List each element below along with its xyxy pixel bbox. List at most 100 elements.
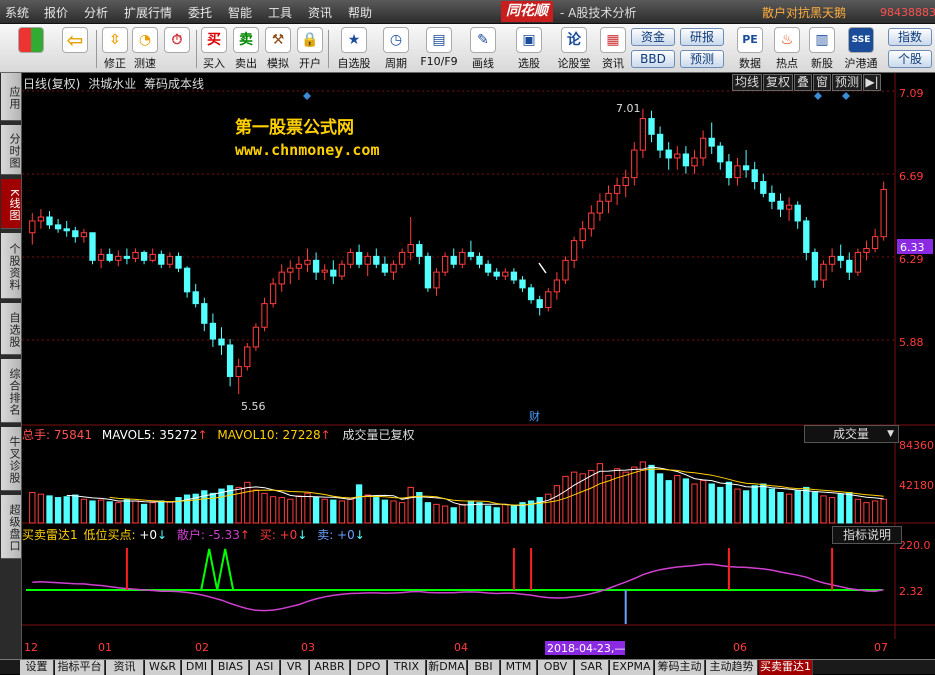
forecast-chart-button[interactable]: 预测	[832, 74, 862, 91]
news-button[interactable]: ▦ 资讯	[596, 26, 630, 71]
adjust-button[interactable]: 复权	[763, 74, 793, 91]
menu-extended-quote[interactable]: 扩展行情	[124, 4, 172, 21]
buy-button[interactable]: 买 买入	[197, 26, 231, 71]
simulate-button[interactable]: ⚒ 模拟	[261, 26, 295, 71]
candle-body	[553, 279, 561, 293]
draw-line-button[interactable]: ✎ 画线	[466, 26, 500, 71]
menu-analysis[interactable]: 分析	[84, 4, 108, 21]
window-button[interactable]: 窗	[813, 74, 831, 91]
hk-connect-button[interactable]: SSE 沪港通	[841, 26, 881, 71]
overlay-button[interactable]: 叠	[794, 74, 812, 91]
research-button[interactable]: 研报	[680, 28, 724, 46]
forecast-button[interactable]: 预测	[680, 50, 724, 68]
volume-bar	[149, 502, 156, 524]
indicator-explain-button[interactable]: 指标说明	[832, 526, 902, 544]
menu-news[interactable]: 资讯	[308, 4, 332, 21]
ipo-button[interactable]: ▥ 新股	[805, 26, 839, 71]
menu-smart[interactable]: 智能	[228, 4, 252, 21]
bottom-tab[interactable]: ARBR	[310, 660, 350, 675]
x-axis-label: 03	[301, 641, 315, 654]
stock-screener-button[interactable]: ▣ 选股	[512, 26, 546, 71]
bottom-tab[interactable]: 新DMA	[427, 660, 467, 675]
menu-quote[interactable]: 报价	[44, 4, 68, 21]
event-diamond-icon[interactable]	[814, 92, 822, 100]
hot-button[interactable]: ♨ 热点	[770, 26, 804, 71]
sidebar-tab-apps[interactable]: 应用	[1, 73, 21, 121]
x-axis-label: 07	[874, 641, 888, 654]
bottom-tab[interactable]: 买卖雷达1	[759, 660, 813, 675]
ma-button[interactable]: 均线	[732, 74, 762, 91]
bottom-tab[interactable]: MTM	[501, 660, 537, 675]
bottom-tab[interactable]: BBI	[468, 660, 500, 675]
capital-button[interactable]: 资金	[631, 28, 675, 46]
bottom-tab[interactable]: BIAS	[213, 660, 249, 675]
period-button[interactable]: ◷ 周期	[378, 26, 414, 71]
menu-trade[interactable]: 委托	[188, 4, 212, 21]
watchlist-button[interactable]: ★ 自选股	[334, 26, 374, 71]
bottom-tab[interactable]: 指标平台	[55, 660, 105, 675]
volume-indicator-select[interactable]: 成交量 ▼	[804, 425, 899, 443]
financial-event-marker[interactable]: 财	[529, 409, 540, 423]
speed-test-button[interactable]: ◔ 测速	[128, 26, 162, 71]
bottom-tab[interactable]: ASI	[250, 660, 280, 675]
menu-tools[interactable]: 工具	[268, 4, 292, 21]
bottom-tab[interactable]: W&R	[145, 660, 181, 675]
bottom-tab[interactable]: VR	[281, 660, 309, 675]
candle-body	[648, 118, 655, 135]
volume-bar	[330, 499, 337, 524]
volume-bar	[605, 475, 612, 524]
bbd-button[interactable]: BBD	[631, 50, 675, 68]
x-axis-label: 01	[98, 641, 112, 654]
back-button[interactable]: ⇦	[58, 26, 92, 71]
index-button[interactable]: 指数	[888, 28, 932, 46]
bottom-tab[interactable]: 主动趋势	[706, 660, 758, 675]
volume-bar	[476, 502, 483, 524]
menu-system[interactable]: 系统	[5, 4, 29, 21]
bottom-tab[interactable]: DPO	[351, 660, 387, 675]
single-stock-button[interactable]: 个股	[888, 50, 932, 68]
volume-bar	[794, 490, 801, 524]
indicator-name[interactable]: 筹码成本线	[144, 77, 204, 91]
bottom-tab[interactable]: EXPMA	[610, 660, 654, 675]
indicator-title[interactable]: 买卖雷达1	[22, 528, 78, 542]
sidebar-tab-stock-info[interactable]: 个股资料	[1, 233, 21, 299]
speed-clock-button[interactable]: ⏱	[160, 26, 194, 71]
bottom-tab[interactable]: 设置	[20, 660, 54, 675]
candle-body	[459, 251, 466, 265]
bottom-tab[interactable]: OBV	[538, 660, 574, 675]
bottom-tab[interactable]: TRIX	[388, 660, 426, 675]
sidebar-tab-watchlist[interactable]: 自选股	[1, 303, 21, 355]
open-account-button[interactable]: 🔒 开户	[293, 26, 327, 71]
volume-bar	[588, 469, 595, 524]
candle-body	[166, 255, 174, 265]
f10-button[interactable]: ▤ F10/F9	[418, 26, 460, 71]
sidebar-tab-kline[interactable]: K线图	[1, 179, 21, 229]
menu-help[interactable]: 帮助	[348, 4, 372, 21]
sidebar-tab-ranking[interactable]: 综合排名	[1, 359, 21, 423]
sidebar-tab-super-level2[interactable]: 超级盘口	[1, 495, 21, 559]
chart-title: 日线(复权) 洪城水业 筹码成本线	[23, 75, 204, 92]
bottom-tab[interactable]: 资讯	[106, 660, 144, 675]
buy-icon: 买	[201, 27, 227, 53]
down-arrow-icon: ↓	[297, 528, 308, 542]
sidebar-tab-diagnosis[interactable]: 牛叉诊股	[1, 427, 21, 491]
expand-arrow-icon[interactable]: ▶|	[863, 74, 881, 91]
data-button[interactable]: PE 数据	[733, 26, 767, 71]
home-button[interactable]	[14, 26, 48, 71]
menu-bar: 系统 报价 分析 扩展行情 委托 智能 工具 资讯 帮助 同花顺 - A股技术分…	[0, 0, 935, 24]
event-diamond-icon[interactable]	[303, 92, 311, 100]
bottom-tab[interactable]: 筹码主动	[655, 660, 705, 675]
sell-button[interactable]: 卖 卖出	[229, 26, 263, 71]
bottom-tab[interactable]: DMI	[182, 660, 212, 675]
bottom-tab[interactable]: SAR	[575, 660, 609, 675]
event-diamond-icon[interactable]	[842, 92, 850, 100]
sidebar-tab-intraday[interactable]: 分时图	[1, 125, 21, 175]
chart-canvas[interactable]: 7.09 6.69 6.29 5.88 6.33 7.01 5.56 财 843…	[22, 73, 935, 659]
price-tick: 6.29	[899, 253, 924, 266]
forum-button[interactable]: 论 论股堂	[554, 26, 594, 71]
correct-button[interactable]: ⇳ 修正	[98, 26, 132, 71]
volume-bar	[115, 502, 122, 524]
volume-bar	[553, 485, 561, 524]
period-label[interactable]: 日线(复权)	[23, 77, 80, 91]
ad-banner[interactable]: 散户对抗黑天鹅	[762, 4, 846, 21]
